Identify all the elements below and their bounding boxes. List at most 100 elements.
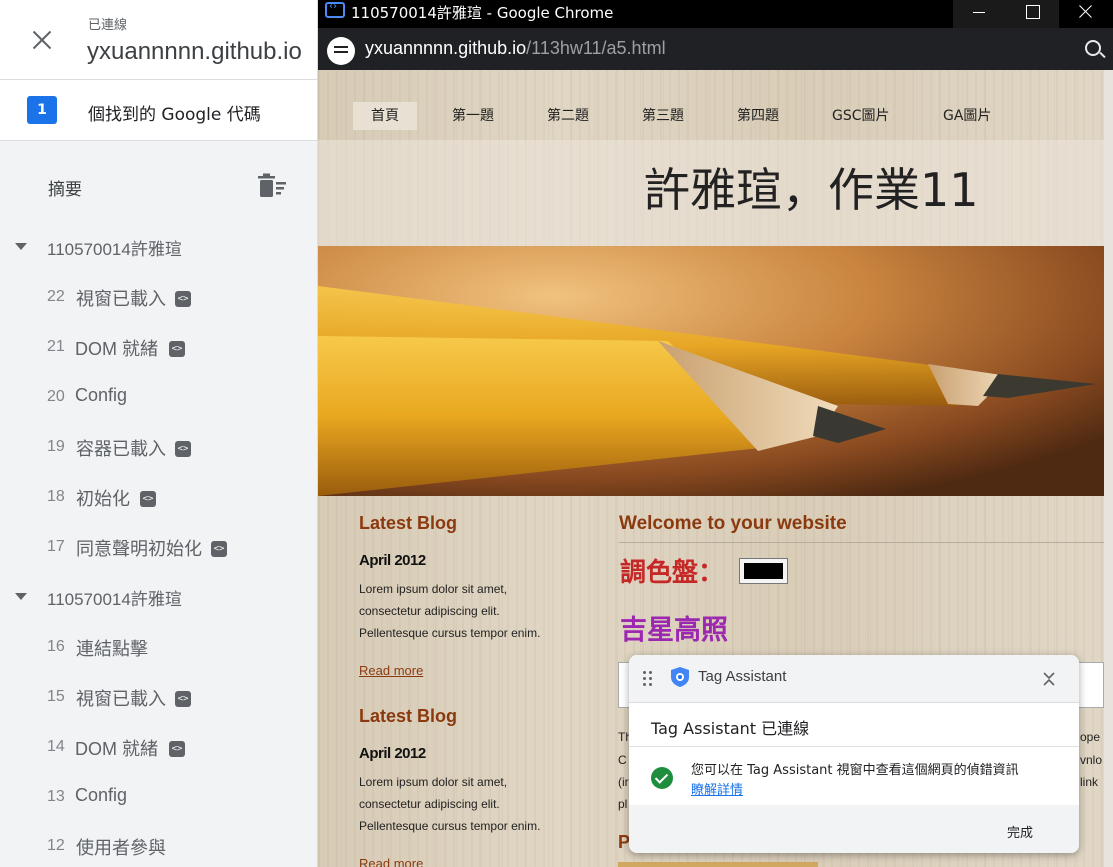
event-label: 容器已載入: [76, 439, 166, 459]
connected-domain: yxuannnnn.github.io: [87, 38, 302, 65]
code-icon: <>: [175, 691, 191, 707]
nav-gsc[interactable]: GSC圖片: [814, 102, 908, 130]
event-item[interactable]: 13 Config: [0, 785, 317, 815]
blog-date: April 2012: [359, 745, 426, 762]
event-number: 20: [47, 388, 65, 405]
tag-assistant-popup: Tag Assistant Tag Assistant 已連線 您可以在 Tag…: [629, 655, 1079, 853]
url-text[interactable]: yxuannnnn.github.io/113hw11/a5.html: [365, 38, 666, 59]
event-number: 19: [47, 438, 65, 455]
nav-q3[interactable]: 第三題: [624, 102, 702, 130]
url-path: /113hw11/a5.html: [526, 38, 666, 58]
nav-q1[interactable]: 第一題: [434, 102, 512, 130]
tag-found-row[interactable]: 1 個找到的 Google 代碼: [0, 80, 317, 141]
tag-assistant-panel: 已連線 yxuannnnn.github.io 1 個找到的 Google 代碼…: [0, 0, 318, 867]
code-icon: <>: [211, 541, 227, 557]
event-label: 同意聲明初始化: [76, 539, 202, 559]
event-number: 13: [47, 788, 65, 805]
event-number: 17: [47, 538, 65, 555]
expand-caret-icon[interactable]: [15, 593, 27, 600]
paragraph-fragment: C: [618, 753, 627, 767]
event-item[interactable]: 15 視窗已載入 <>: [0, 685, 317, 715]
blog-body: Lorem ipsum dolor sit amet, consectetur …: [359, 775, 541, 833]
expand-caret-icon[interactable]: [15, 243, 27, 250]
code-icon: <>: [140, 491, 156, 507]
nav-q4[interactable]: 第四題: [719, 102, 797, 130]
event-item[interactable]: 16 連結點擊: [0, 635, 317, 665]
group-title: 110570014許雅瑄: [47, 240, 182, 259]
event-item[interactable]: 19 容器已載入 <>: [0, 435, 317, 465]
url-host: yxuannnnn.github.io: [365, 38, 527, 58]
event-number: 21: [47, 338, 65, 355]
maximize-button[interactable]: [1006, 0, 1059, 28]
collapse-icon[interactable]: [1041, 669, 1057, 689]
site-nav: 首頁 第一題 第二題 第三題 第四題 GSC圖片 GA圖片: [318, 98, 1104, 140]
close-window-button[interactable]: [1059, 0, 1112, 28]
event-label: DOM 就緒: [75, 339, 158, 359]
zoom-icon[interactable]: [1085, 40, 1101, 56]
event-number: 15: [47, 688, 65, 705]
tag-assistant-logo-icon: [671, 667, 689, 687]
welcome-heading: Welcome to your website: [619, 513, 847, 534]
learn-more-link[interactable]: 瞭解詳情: [691, 779, 743, 798]
divider: [629, 746, 1079, 747]
blog-body: Lorem ipsum dolor sit amet, consectetur …: [359, 582, 541, 640]
check-circle-icon: [651, 767, 673, 789]
event-item[interactable]: 17 同意聲明初始化 <>: [0, 535, 317, 565]
site-title: 許雅瑄，作業11: [644, 163, 979, 217]
palette-label: 調色盤：: [620, 558, 725, 588]
event-number: 14: [47, 738, 65, 755]
code-icon: <>: [175, 291, 191, 307]
page-scrollbar[interactable]: [1104, 70, 1113, 867]
clear-list-icon[interactable]: [258, 173, 288, 199]
paragraph-fragment: pl: [618, 797, 628, 811]
hero-pencils-image: [318, 246, 1104, 496]
site-info-icon[interactable]: [327, 37, 355, 65]
window-title: 110570014許雅瑄 - Google Chrome: [351, 4, 614, 22]
event-label: 視窗已載入: [76, 289, 166, 309]
drag-handle-icon[interactable]: [643, 671, 653, 687]
event-item[interactable]: 21 DOM 就緒 <>: [0, 335, 317, 365]
popup-header[interactable]: Tag Assistant: [629, 655, 1079, 703]
panel-header: 已連線 yxuannnnn.github.io: [0, 0, 317, 80]
tag-assistant-app-icon: [325, 1, 345, 18]
popup-message: 您可以在 Tag Assistant 視窗中查看這個網頁的偵錯資訊: [691, 763, 1019, 778]
divider: [619, 542, 1104, 543]
event-number: 22: [47, 288, 65, 305]
address-bar[interactable]: yxuannnnn.github.io/113hw11/a5.html: [318, 28, 1113, 70]
title-bar: 110570014許雅瑄 - Google Chrome: [318, 0, 1113, 28]
tag-count-badge: 1: [27, 96, 57, 124]
minimize-button[interactable]: [953, 0, 1006, 28]
lucky-text: 吉星高照: [620, 615, 728, 646]
close-icon[interactable]: [28, 27, 56, 55]
event-item[interactable]: 22 視窗已載入 <>: [0, 285, 317, 315]
nav-ga[interactable]: GA圖片: [925, 102, 1009, 130]
blog-date: April 2012: [359, 552, 426, 569]
event-item[interactable]: 20 Config: [0, 385, 317, 415]
event-item[interactable]: 14 DOM 就緒 <>: [0, 735, 317, 765]
read-more-link[interactable]: Read more: [359, 663, 423, 678]
site-header: 許雅瑄，作業11: [318, 140, 1104, 246]
event-item[interactable]: 12 使用者參與: [0, 834, 317, 864]
read-more-link[interactable]: Read more: [359, 856, 423, 867]
event-number: 12: [47, 837, 65, 854]
event-label: 初始化: [76, 489, 130, 509]
screen: 已連線 yxuannnnn.github.io 1 個找到的 Google 代碼…: [0, 0, 1113, 867]
done-button[interactable]: 完成: [1007, 822, 1033, 841]
nav-home[interactable]: 首頁: [353, 102, 417, 130]
color-picker-input[interactable]: [739, 558, 788, 584]
paragraph-fragment: ope: [1080, 730, 1101, 744]
popup-title: Tag Assistant: [698, 668, 787, 685]
tag-found-label: 個找到的 Google 代碼: [88, 105, 261, 125]
connection-status: 已連線: [88, 18, 128, 33]
event-label: DOM 就緒: [75, 739, 158, 759]
group-title: 110570014許雅瑄: [47, 590, 182, 609]
code-icon: <>: [169, 341, 185, 357]
nav-q2[interactable]: 第二題: [529, 102, 607, 130]
event-item[interactable]: 18 初始化 <>: [0, 485, 317, 515]
color-swatch: [744, 563, 783, 579]
event-label: 視窗已載入: [76, 689, 166, 709]
summary-label[interactable]: 摘要: [48, 175, 82, 200]
paragraph-fragment: (ir: [618, 775, 629, 789]
popup-status: Tag Assistant 已連線: [651, 719, 810, 738]
event-number: 18: [47, 488, 65, 505]
